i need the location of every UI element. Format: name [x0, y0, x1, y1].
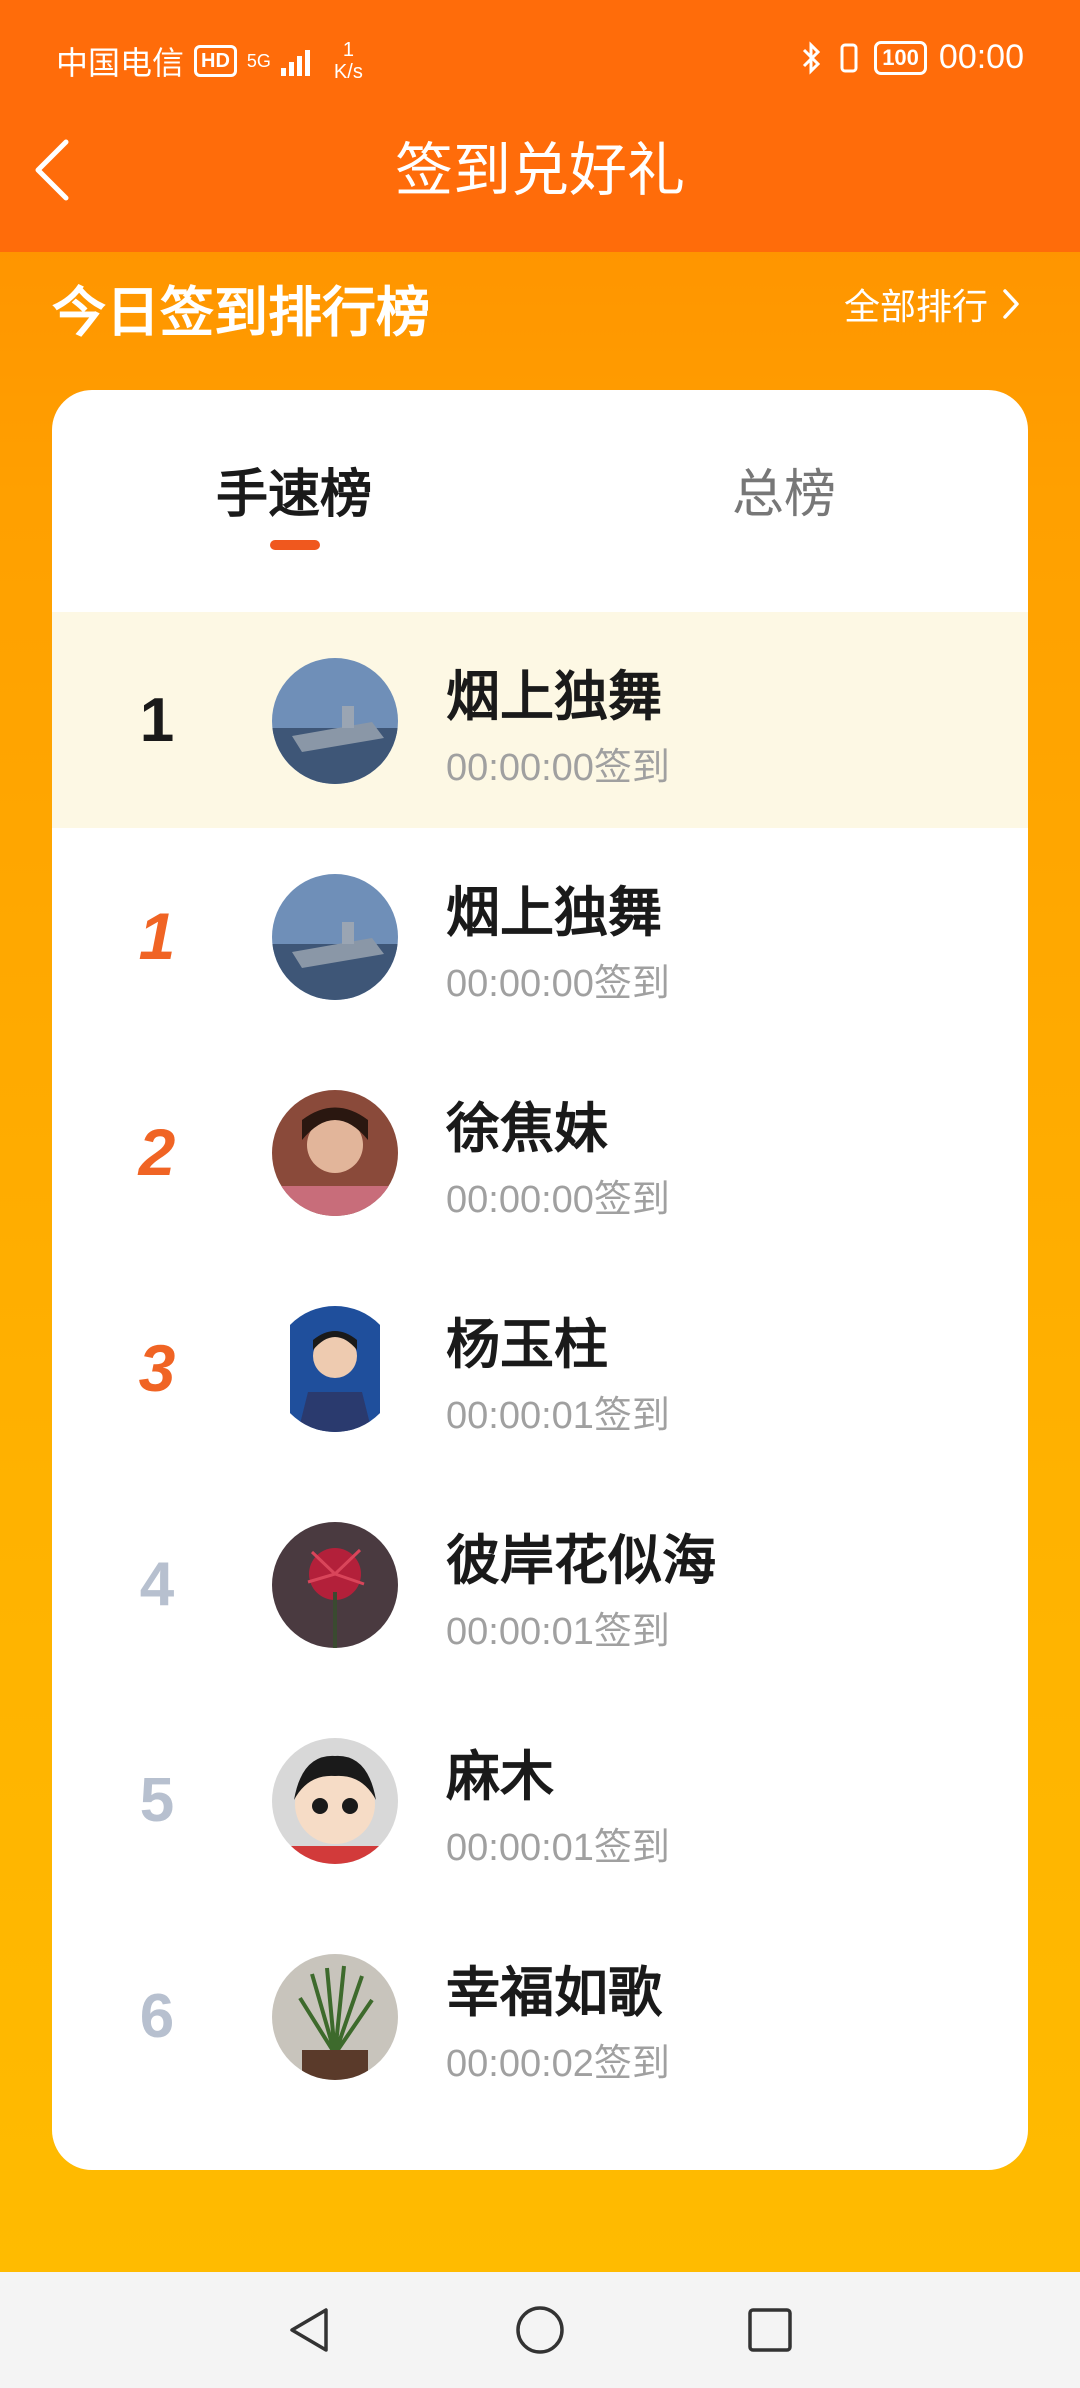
circle-home-icon[interactable]	[514, 2304, 566, 2356]
system-nav-bar	[0, 2272, 1080, 2388]
user-name: 烟上独舞	[446, 667, 662, 727]
vibrate-icon	[840, 43, 858, 72]
tab-bar: 手速榜 总榜	[52, 390, 1028, 612]
my-rank-row[interactable]: 1 烟上独舞 00:00:00签到	[52, 612, 1028, 828]
list-item[interactable]: 5 麻木 00:00:01签到	[52, 1692, 1028, 1908]
checkin-time: 00:00:01签到	[446, 1827, 670, 1869]
active-tab-indicator	[270, 540, 320, 550]
clock: 00:00	[938, 38, 1024, 76]
checkin-time: 00:00:00签到	[446, 963, 670, 1005]
ranking-card: 手速榜 总榜 1 烟上独舞 00:00:00签到 1 烟上独舞 00:00:00…	[52, 390, 1028, 2170]
tab-total[interactable]: 总榜	[732, 452, 836, 527]
list-item[interactable]: 2 徐焦妹 00:00:00签到	[52, 1044, 1028, 1260]
avatar	[272, 1738, 398, 1864]
avatar	[272, 1954, 398, 2080]
rank-number: 6	[139, 1981, 175, 2051]
status-bar: 中国电信 HD 5G 1 K/s 100 00:00	[0, 0, 1080, 120]
signal-icon	[280, 46, 310, 76]
chevron-right-icon	[1003, 289, 1019, 319]
all-rank-link[interactable]: 全部排行	[844, 278, 1020, 330]
avatar	[272, 1090, 398, 1216]
user-name: 杨玉柱	[446, 1315, 608, 1375]
header-bar: 中国电信 HD 5G 1 K/s 100 00:00 签到兑好礼	[0, 0, 1080, 252]
page-title: 签到兑好礼	[394, 138, 685, 203]
carrier-label: 中国电信	[56, 45, 185, 81]
list-item[interactable]: 3 杨玉柱 00:00:01签到	[52, 1260, 1028, 1476]
network-type: 5G	[246, 51, 271, 71]
hd-badge: HD	[194, 45, 237, 77]
checkin-time: 00:00:01签到	[446, 1611, 670, 1653]
list-item[interactable]: 6 幸福如歌 00:00:02签到	[52, 1908, 1028, 2124]
rank-number: 5	[139, 1765, 175, 1835]
checkin-time: 00:00:00签到	[446, 1179, 670, 1221]
list-item[interactable]: 4 彼岸花似海 00:00:01签到	[52, 1476, 1028, 1692]
checkin-time: 00:00:02签到	[446, 2043, 670, 2085]
user-name: 彼岸花似海	[446, 1531, 716, 1591]
section-title: 今日签到排行榜	[52, 283, 430, 343]
battery-icon: 100	[874, 40, 927, 75]
avatar	[272, 874, 398, 1000]
avatar	[272, 1306, 398, 1432]
square-recents-icon[interactable]	[744, 2304, 796, 2356]
rank-medal: 3	[138, 1324, 207, 1405]
rank-number: 1	[139, 685, 175, 755]
user-name: 烟上独舞	[446, 883, 662, 943]
user-name: 幸福如歌	[446, 1963, 662, 2023]
network-speed: 1 K/s	[333, 39, 363, 83]
checkin-time: 00:00:00签到	[446, 747, 670, 789]
all-rank-label: 全部排行	[843, 286, 988, 327]
bluetooth-icon	[803, 40, 821, 75]
avatar	[272, 658, 398, 784]
tab-speed[interactable]: 手速榜	[216, 452, 372, 527]
rank-number: 4	[139, 1549, 175, 1619]
user-name: 徐焦妹	[446, 1099, 608, 1159]
avatar	[272, 1522, 398, 1648]
user-name: 麻木	[446, 1747, 554, 1807]
triangle-back-icon[interactable]	[284, 2304, 336, 2356]
checkin-time: 00:00:01签到	[446, 1395, 670, 1437]
rank-medal: 1	[138, 892, 207, 973]
rank-medal: 2	[138, 1108, 207, 1189]
list-item[interactable]: 1 烟上独舞 00:00:00签到	[52, 828, 1028, 1044]
